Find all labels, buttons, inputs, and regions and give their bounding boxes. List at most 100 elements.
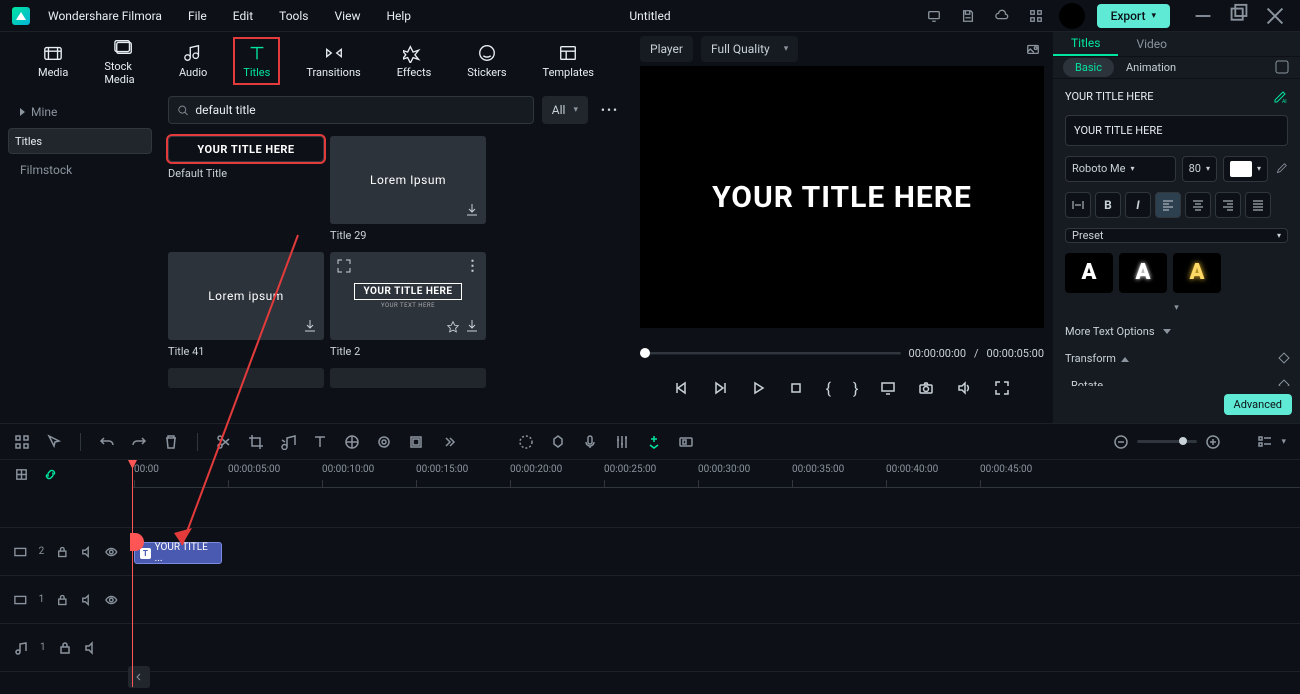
transform-section[interactable]: Transform [1065,350,1288,367]
mic-icon[interactable] [582,434,598,450]
title-card-41[interactable]: Lorem ipsum Title 41 [168,252,324,358]
title-card-2[interactable]: YOUR TITLE HERE YOUR TEXT HERE ⋮ Title 2 [330,252,486,358]
render-icon[interactable] [678,434,694,450]
timeline-tool-icon[interactable] [14,467,29,482]
tab-stock-media[interactable]: Stock Media [96,33,151,90]
more-tools-icon[interactable] [440,434,456,450]
pointer-tool-icon[interactable] [46,434,62,450]
apps-icon[interactable] [1025,5,1047,27]
preset-1[interactable]: A [1065,253,1113,293]
mute-icon[interactable] [81,545,94,559]
zoom-out-icon[interactable] [1113,434,1129,450]
title-text-input[interactable]: YOUR TITLE HERE [1065,115,1288,146]
device-icon[interactable] [923,5,945,27]
download-icon[interactable] [464,318,480,334]
player-dropdown[interactable]: Player [640,36,693,62]
play-forward-icon[interactable] [712,380,728,396]
speed-icon[interactable] [280,434,296,450]
more-text-options[interactable]: More Text Options [1065,323,1288,340]
subtab-animation[interactable]: Animation [1126,61,1176,74]
title-clip[interactable]: T YOUR TITLE ... [134,542,222,564]
preset-2[interactable]: A [1119,253,1167,293]
visibility-icon[interactable] [105,593,118,607]
color-picker[interactable]: ▾ [1223,156,1268,182]
lock-icon[interactable] [56,593,69,607]
subtab-basic[interactable]: Basic [1063,58,1114,77]
sidebar-item-titles[interactable]: Titles [8,128,152,154]
magnet-icon[interactable] [646,434,662,450]
bold-button[interactable]: B [1095,192,1121,218]
preset-dropdown[interactable]: Preset▾ [1065,228,1288,243]
search-input[interactable] [168,96,534,124]
more-options-icon[interactable]: ••• [596,103,624,117]
text-tool-icon[interactable] [312,434,328,450]
delete-icon[interactable] [163,434,179,450]
menu-view[interactable]: View [335,9,361,23]
tab-titles[interactable]: Titles [235,39,278,83]
fullscreen-icon[interactable] [994,380,1010,396]
undo-icon[interactable] [99,434,115,450]
video-track-icon[interactable] [14,545,27,559]
minimize-button[interactable] [1190,5,1216,27]
title-card-default[interactable]: YOUR TITLE HERE Default Title [168,136,324,242]
mark-out-icon[interactable]: } [853,379,858,398]
quality-dropdown[interactable]: Full Quality▾ [701,36,798,62]
keyframe-icon[interactable] [1278,379,1289,386]
avatar[interactable] [1059,3,1085,29]
preset-3[interactable]: A [1173,253,1221,293]
scrubber-track[interactable] [640,352,901,355]
timeline-view-icon[interactable] [1257,434,1273,450]
eyedropper-icon[interactable] [1274,162,1288,176]
redo-icon[interactable] [131,434,147,450]
preview-viewport[interactable]: YOUR TITLE HERE [640,66,1044,328]
font-size-select[interactable]: 80▾ [1182,156,1217,182]
zoom-slider[interactable] [1137,440,1197,443]
marker2-icon[interactable] [550,434,566,450]
align-center-button[interactable] [1185,192,1211,218]
cloud-icon[interactable] [991,5,1013,27]
card-menu-icon[interactable]: ⋮ [466,258,481,274]
sidebar-item-filmstock[interactable]: Filmstock [8,154,152,186]
visibility-icon[interactable] [105,545,118,559]
lock-icon[interactable] [58,641,72,655]
marker1-icon[interactable] [518,434,534,450]
download-icon[interactable] [302,318,318,334]
tab-media[interactable]: Media [30,39,76,83]
close-button[interactable] [1262,5,1288,27]
export-button[interactable]: Export▾ [1097,4,1170,28]
stop-icon[interactable] [788,380,804,396]
mute-icon[interactable] [84,641,98,655]
download-icon[interactable] [464,202,480,218]
font-family-select[interactable]: Roboto Me▾ [1065,156,1176,182]
save-icon[interactable] [957,5,979,27]
favorite-icon[interactable] [446,320,460,334]
color-tool-icon[interactable] [344,434,360,450]
scrubber-handle[interactable] [640,348,650,358]
audio-track-icon[interactable] [14,641,28,655]
mixer-icon[interactable] [614,434,630,450]
select-tool-icon[interactable] [14,434,30,450]
mark-in-icon[interactable]: { [826,379,831,398]
align-right-button[interactable] [1215,192,1241,218]
italic-button[interactable]: I [1125,192,1151,218]
video-track-icon[interactable] [14,593,27,607]
lock-icon[interactable] [56,545,69,559]
title-card-29[interactable]: Lorem Ipsum Title 29 [330,136,486,242]
tab-effects[interactable]: Effects [389,39,440,83]
filter-dropdown[interactable]: All▾ [542,96,588,124]
adjust-icon[interactable] [376,434,392,450]
mask-icon[interactable] [408,434,424,450]
menu-file[interactable]: File [188,9,207,23]
advanced-button[interactable]: Advanced [1224,394,1292,415]
volume-icon[interactable] [956,380,972,396]
play-icon[interactable] [750,380,766,396]
tab-transitions[interactable]: Transitions [298,39,368,83]
inspector-tab-video[interactable]: Video [1118,32,1185,56]
crop-icon[interactable] [248,434,264,450]
camera-icon[interactable] [918,380,934,396]
menu-tools[interactable]: Tools [279,9,308,23]
tab-stickers[interactable]: Stickers [459,39,514,83]
menu-edit[interactable]: Edit [233,9,253,23]
align-justify-button[interactable] [1245,192,1271,218]
link-icon[interactable] [43,467,58,482]
